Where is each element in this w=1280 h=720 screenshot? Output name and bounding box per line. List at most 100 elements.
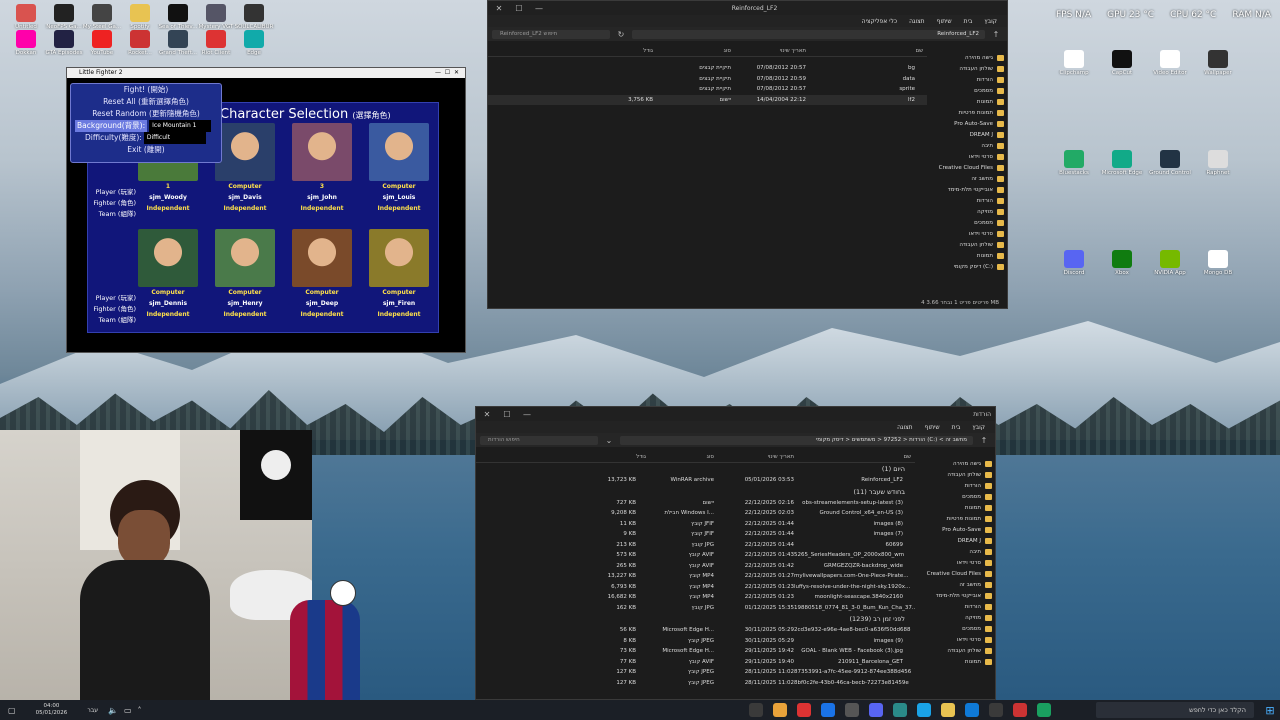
notification-icon[interactable]: ▢ (8, 706, 16, 715)
ribbon-tab[interactable]: בית (952, 424, 961, 431)
table-row[interactable]: 127 KB קובץ JPEG 28/11/2025 11:02 87353991-… (476, 667, 915, 678)
table-row[interactable]: תיקיית קבצים 07/08/2012 20:57 bg (488, 63, 927, 74)
nav-item[interactable]: תיבה (920, 547, 995, 558)
nav-item[interactable]: מוזיקה (920, 613, 995, 624)
desktop-icon[interactable]: Discord (1050, 250, 1098, 282)
desktop-icon[interactable]: Ground Control (1146, 150, 1194, 182)
table-row[interactable]: 73 KB Microsoft Edge H... 29/11/2025 19:42… (476, 646, 915, 657)
taskbar-app-icon[interactable] (989, 703, 1003, 717)
taskbar-app-icon[interactable] (1037, 703, 1051, 717)
desktop-icon[interactable]: NVIDIA App (1146, 250, 1194, 282)
taskbar-app-icon[interactable] (749, 703, 763, 717)
table-row[interactable]: 9,208 KB חבילת Windows I... 22/12/2025 02:… (476, 508, 915, 519)
nav-item[interactable]: מחשב זה (932, 174, 1007, 185)
table-row[interactable]: 213 KB קובץ JPG 22/12/2025 01:44 60699 (476, 540, 915, 551)
nav-item[interactable]: הורדות (932, 196, 1007, 207)
refresh-icon[interactable]: ↻ (614, 30, 628, 39)
table-row[interactable]: תיקיית קבצים 07/08/2012 20:57 sprite (488, 84, 927, 95)
table-row[interactable]: 56 KB Microsoft Edge H... 30/11/2025 05:29… (476, 625, 915, 636)
window-controls[interactable]: — ☐ ✕ (435, 68, 465, 78)
desktop-icon[interactable]: Microsoft Edge (1098, 150, 1146, 182)
explorer-window-bottom[interactable]: ✕ ☐ — הורדות תצוגה שיתוף בית קובץ חיפוש הור… (475, 406, 996, 700)
table-row[interactable]: 13,723 KB WinRAR archive 05/01/2026 03:53 R… (476, 475, 915, 486)
nav-item[interactable]: תמונות (932, 97, 1007, 108)
table-row[interactable]: 3,756 KB יישום 14/04/2004 22:12 lf2 (488, 94, 927, 105)
table-row[interactable]: תיקיית קבצים 07/08/2012 20:59 data (488, 74, 927, 85)
ribbon-tab[interactable]: בית (964, 18, 973, 25)
nav-item[interactable]: הורדות (932, 75, 1007, 86)
nav-item[interactable]: שולחן העבודה (920, 470, 995, 481)
table-row[interactable]: 6,793 KB קובץ MP4 22/12/2025 01:23 luffys-r… (476, 582, 915, 593)
nav-item[interactable]: סרטי וידאו (920, 635, 995, 646)
table-row[interactable]: 265 KB קובץ AVIF 22/12/2025 01:42 GRMGEZQZR… (476, 561, 915, 572)
minimize-icon[interactable]: — (520, 410, 534, 419)
nav-item[interactable]: אובייקטי תלת-מימד (932, 185, 1007, 196)
table-row[interactable]: 16,682 KB קובץ MP4 22/12/2025 01:23 moonlig… (476, 592, 915, 603)
taskbar-app-icon[interactable] (845, 703, 859, 717)
nav-item[interactable]: מסמכים (920, 624, 995, 635)
exit-button[interactable]: Exit (離開) (71, 144, 221, 156)
nav-item[interactable]: שולחן העבודה (932, 240, 1007, 251)
desktop-icon[interactable]: Wallpaper (1194, 50, 1242, 82)
nav-item[interactable]: תמונות (920, 657, 995, 668)
title-bar[interactable]: Little Fighter 2 — ☐ ✕ (67, 68, 465, 78)
nav-item[interactable]: מחשב זה (920, 580, 995, 591)
difficulty-selector[interactable]: Difficulty(難度): Difficult (71, 132, 221, 144)
ribbon-tab[interactable]: שיתוף (925, 424, 940, 431)
nav-item[interactable]: גישה מהירה (920, 459, 995, 470)
up-arrow-icon[interactable]: ↑ (989, 30, 1003, 39)
nav-item[interactable]: תמונות (932, 251, 1007, 262)
desktop-icon[interactable]: CapCut (1098, 50, 1146, 82)
nav-item[interactable]: Creative Cloud Files (920, 569, 995, 580)
taskbar-search-input[interactable]: הקלד כאן כדי לחפש (1096, 702, 1254, 718)
table-row[interactable]: 573 KB קובץ AVIF 22/12/2025 01:43 5265_Seri… (476, 550, 915, 561)
character-card[interactable]: Computer sjm_Deep Independent (287, 229, 357, 320)
background-selector[interactable]: Background(背景): Ice Mountain 1 (71, 120, 221, 132)
taskbar-app-icon[interactable] (797, 703, 811, 717)
nav-item[interactable]: שולחן העבודה (932, 64, 1007, 75)
ribbon-tab[interactable]: שיתוף (937, 18, 952, 25)
search-input[interactable]: Reinforced_LF2 חיפוש (492, 29, 610, 39)
nav-item[interactable]: גישה מהירה (932, 53, 1007, 64)
nav-item[interactable]: סרטי וידאו (920, 558, 995, 569)
character-card[interactable]: Computer sjm_Henry Independent (210, 229, 280, 320)
nav-item[interactable]: אובייקטי תלת-מימד (920, 591, 995, 602)
desktop-icon[interactable]: Raphnet (1194, 150, 1242, 182)
taskbar-app-icon[interactable] (821, 703, 835, 717)
desktop-icon[interactable]: Bluestacks (1050, 150, 1098, 182)
navigation-pane[interactable]: גישה מהירה שולחן העבודה הורדות מסמכים תמונות… (920, 459, 995, 668)
nav-item[interactable]: תמונות פרטיות (932, 108, 1007, 119)
column-header[interactable]: גודל סוג תאריך שינוי שם (488, 45, 927, 57)
table-row[interactable]: 127 KB קובץ JPEG 28/11/2025 11:02 8bf0c2fe-… (476, 678, 915, 689)
explorer-window-top[interactable]: ✕ ☐ — Reinforced_LF2 כלי אפליקציה תצוגה שי… (487, 0, 1008, 309)
fight-button[interactable]: Fight! (開始) (71, 84, 221, 96)
ribbon-tabs[interactable]: כלי אפליקציה תצוגה שיתוף בית קובץ (488, 15, 1007, 27)
desktop-icon[interactable]: Xbox (1098, 250, 1146, 282)
desktop-icon[interactable]: Video Editor (1146, 50, 1194, 82)
nav-item[interactable]: הורדות (920, 481, 995, 492)
nav-item[interactable]: DREAM J (932, 130, 1007, 141)
maximize-icon[interactable]: ☐ (512, 4, 526, 13)
minimize-icon[interactable]: — (532, 4, 546, 13)
nav-item[interactable]: תמונות (920, 503, 995, 514)
nav-item[interactable]: סרטי וידאו (932, 229, 1007, 240)
table-row[interactable]: 8 KB קובץ JPEG 30/11/2025 05:29 images (9) (476, 636, 915, 647)
taskbar-app-icon[interactable] (941, 703, 955, 717)
navigation-pane[interactable]: גישה מהירה שולחן העבודה הורדות מסמכים תמונות… (932, 53, 1007, 273)
title-bar[interactable]: ✕ ☐ — הורדות (476, 407, 995, 421)
address-bar[interactable]: Reinforced_LF2 (632, 29, 985, 39)
ribbon-tab[interactable]: כלי אפליקציה (862, 18, 897, 25)
desktop-icon[interactable]: Mongo DB (1194, 250, 1242, 282)
nav-item[interactable]: שולחן העבודה (920, 646, 995, 657)
nav-item[interactable]: Creative Cloud Files (932, 163, 1007, 174)
nav-item[interactable]: מסמכים (920, 492, 995, 503)
nav-item[interactable]: מסמכים (932, 218, 1007, 229)
nav-item[interactable]: Pro Auto-Save (920, 525, 995, 536)
taskbar-app-icon[interactable] (1013, 703, 1027, 717)
chevron-up-icon[interactable]: ˄ (138, 706, 142, 715)
nav-item[interactable]: DREAM J (920, 536, 995, 547)
taskbar-app-icon[interactable] (893, 703, 907, 717)
character-card[interactable]: Computer sjm_Firen Independent (364, 229, 434, 320)
address-bar[interactable]: הורדות < 97252 < משתמשים < דיסק מקומי (C… (620, 435, 973, 445)
taskbar-app-icon[interactable] (773, 703, 787, 717)
